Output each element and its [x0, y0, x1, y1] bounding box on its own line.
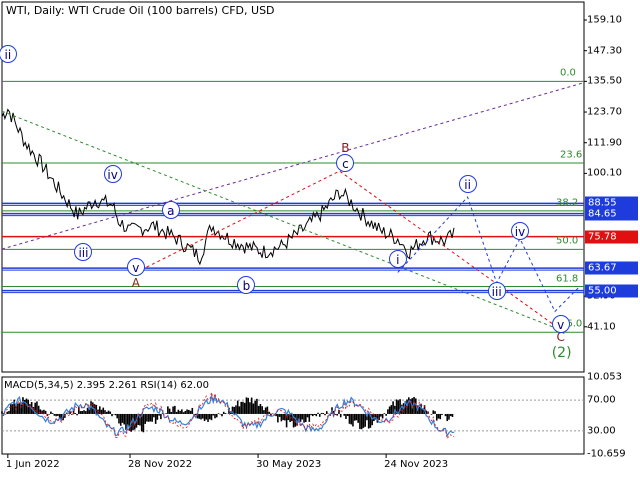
trend-line-upper [1, 82, 585, 250]
indicator-axis-label: 70.00 [587, 394, 616, 406]
indicator-axis-label: 30.00 [587, 425, 616, 437]
time-axis-label: 30 May 2023 [256, 459, 322, 470]
price-axis-label: 159.10 [587, 14, 622, 26]
wave-label: B [341, 140, 350, 155]
price-axis-label: 41.10 [587, 321, 616, 333]
price-axis-label: 111.90 [587, 137, 622, 149]
price-tag: 84.65 [585, 207, 638, 221]
fib-level-label: 38.2 [556, 197, 579, 209]
price-chart[interactable] [0, 0, 640, 480]
wave-label: iv [103, 164, 122, 183]
wave-label: ii [0, 45, 17, 64]
price-tag: 63.67 [585, 261, 638, 275]
wave-label: a [161, 201, 180, 220]
price-axis-label: 147.30 [587, 45, 622, 57]
fib-level-label: 0.0 [560, 67, 576, 79]
price-tag: 75.78 [585, 230, 638, 244]
fib-level-label: 50.0 [556, 235, 579, 247]
price-axis-label: 135.50 [587, 75, 622, 87]
price-line [1, 108, 455, 266]
time-axis-label: 28 Nov 2022 [128, 459, 193, 470]
abc-projection [135, 170, 562, 331]
price-axis-label: 100.10 [587, 167, 622, 179]
wave-label: A [131, 275, 140, 290]
time-axis-label: 24 Nov 2023 [384, 459, 449, 470]
indicator-axis-label: 10.053 [587, 371, 622, 383]
fib-level-label: 61.8 [556, 273, 579, 284]
wave-label: ii [458, 175, 477, 194]
trend-line-lower [1, 110, 567, 333]
chart-title: WTI, Daily: WTI Crude Oil (100 barrels) … [6, 4, 275, 17]
wave-label: iii [487, 281, 506, 300]
price-tag: 55.00 [585, 284, 638, 298]
fib-level-label: 23.6 [560, 149, 583, 161]
wave-label: (2) [551, 345, 572, 362]
time-axis-label: 1 Jun 2022 [5, 459, 60, 470]
rsi-line [1, 393, 455, 438]
wave-label: iv [510, 221, 529, 240]
indicator-axis-label: -10.659 [587, 448, 626, 460]
price-axis-label: 123.70 [587, 106, 622, 118]
indicator-label: MACD(5,34,5) 2.395 2.261 RSI(14) 62.00 [4, 380, 209, 391]
main-chart-frame [1, 1, 585, 373]
